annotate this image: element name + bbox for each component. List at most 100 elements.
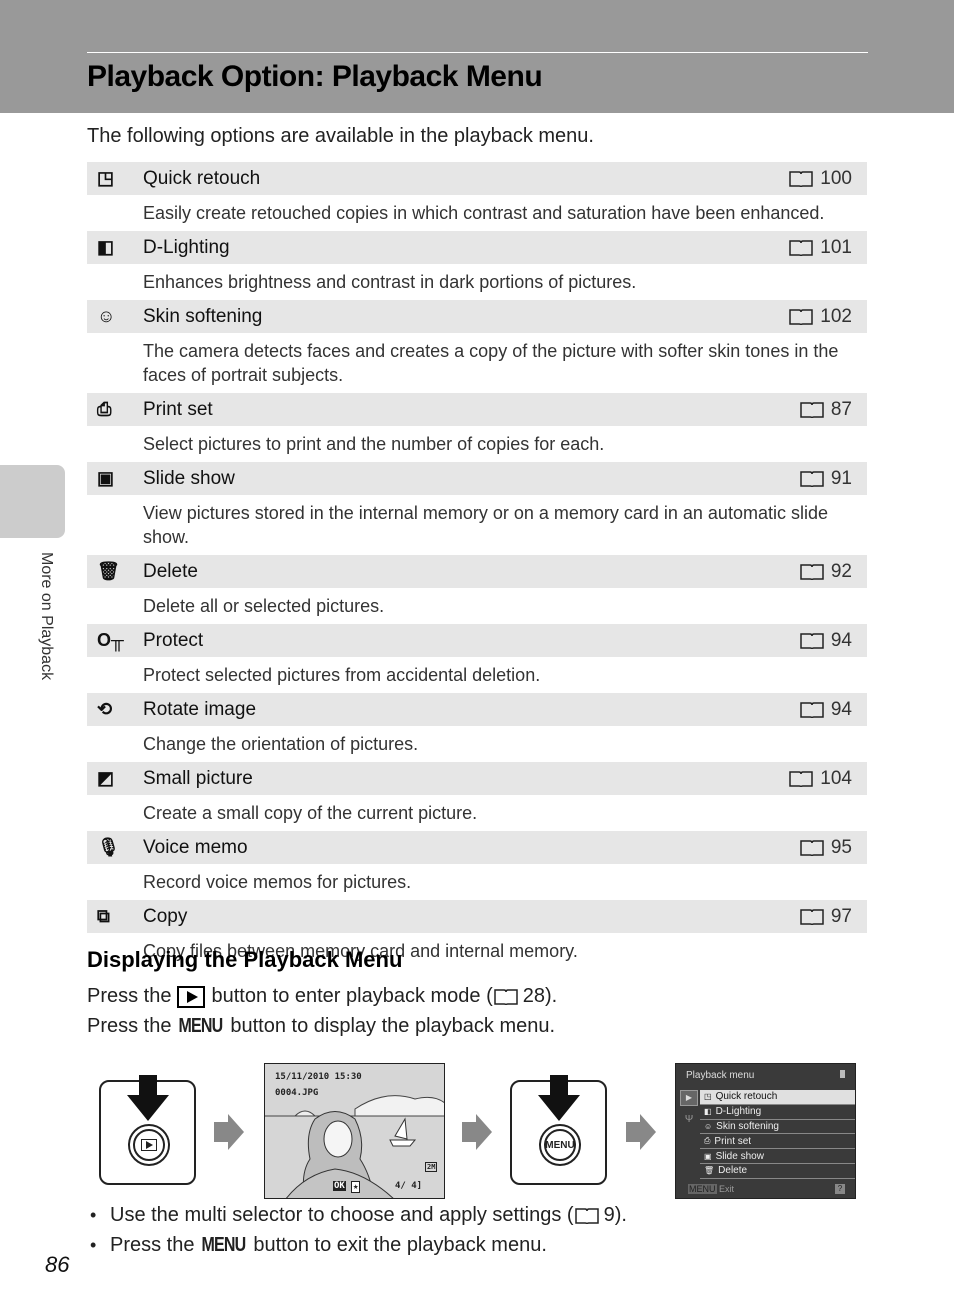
press-arrow-icon — [127, 1075, 169, 1121]
option-description: Delete all or selected pictures. — [143, 596, 385, 616]
option-description: Easily create retouched copies in which … — [143, 203, 825, 223]
option-label: Small picture — [143, 767, 253, 789]
menu-screen-title: Playback menu — [686, 1070, 755, 1081]
menu-item-icon: ☺ — [704, 1121, 713, 1131]
page-ref-number[interactable]: 101 — [820, 237, 852, 259]
option-label: Voice memo — [143, 836, 248, 858]
option-row-slide-show: ▣ Slide show 91 — [87, 462, 867, 495]
page-ref-number[interactable]: 87 — [831, 399, 852, 421]
menu-item-label: Quick retouch — [715, 1091, 778, 1103]
bullet-dot: • — [90, 1205, 97, 1225]
book-ref-icon — [799, 839, 825, 857]
option-page-ref[interactable]: 91 — [799, 468, 867, 490]
header-rule — [87, 52, 868, 53]
option-description: Select pictures to print and the number … — [143, 434, 605, 454]
option-page-ref[interactable]: 92 — [799, 561, 867, 583]
menu-item-label: Skin softening — [716, 1120, 779, 1132]
menu-item-icon: ◳ — [704, 1092, 712, 1102]
menu-button-ring: MENU — [539, 1124, 581, 1166]
quick-retouch-icon: ◳ — [97, 168, 115, 188]
small-picture-icon: ◩ — [97, 768, 115, 788]
option-description: View pictures stored in the internal mem… — [143, 503, 828, 547]
page-ref-number[interactable]: 102 — [820, 306, 852, 328]
option-page-ref[interactable]: 97 — [799, 906, 867, 928]
option-row-rotate-image: ⟲ Rotate image 94 — [87, 693, 867, 726]
page-ref-number[interactable]: 97 — [831, 906, 852, 928]
screen-filename: 0004.JPG — [275, 1088, 319, 1098]
option-page-ref[interactable]: 87 — [799, 399, 867, 421]
rotate-image-icon: ⟲ — [97, 699, 113, 719]
exit-label: Exit — [719, 1184, 735, 1194]
option-description: Create a small copy of the current pictu… — [143, 803, 478, 823]
print-set-icon: ⎙ — [97, 399, 112, 419]
option-page-ref[interactable]: 102 — [788, 306, 867, 328]
menu-item-icon: ◧ — [704, 1107, 712, 1117]
instruction-line-1: Press the button to enter playback mode … — [87, 985, 557, 1008]
option-label: D-Lighting — [143, 236, 230, 258]
page-ref-number[interactable]: 100 — [820, 168, 852, 190]
menu-screen-footer: MENU Exit — [688, 1184, 734, 1194]
option-description: Protect selected pictures from accidenta… — [143, 665, 541, 685]
press-arrow-icon — [538, 1075, 580, 1121]
bullet-text: ). — [614, 1204, 627, 1226]
menu-item-label: D-Lighting — [715, 1106, 762, 1118]
option-label: Print set — [143, 398, 213, 420]
copy-icon: ⧉ — [97, 906, 110, 926]
favorite-star-icon: ★ — [351, 1181, 361, 1193]
next-step-arrow-icon — [462, 1114, 492, 1150]
option-description: The camera detects faces and creates a c… — [143, 341, 839, 385]
playback-button-icon — [133, 1129, 165, 1161]
book-ref-icon — [788, 770, 814, 788]
option-description: Change the orientation of pictures. — [143, 734, 419, 754]
menu-button-label: MENU — [544, 1129, 576, 1161]
book-ref-icon — [574, 1207, 600, 1225]
slide-show-icon: ▣ — [97, 468, 115, 488]
option-label: Delete — [143, 560, 198, 582]
playback-screen-illustration: 15/11/2010 15:30 0004.JPG OK ★ 2M 4/ 4] — [264, 1063, 445, 1199]
skin-softening-icon: ☺ — [97, 306, 116, 326]
option-row-copy: ⧉ Copy 97 — [87, 900, 867, 933]
side-tab — [0, 465, 65, 538]
help-icon: ? — [835, 1184, 845, 1194]
option-page-ref[interactable]: 94 — [799, 699, 867, 721]
page-header: Playback Option: Playback Menu — [0, 0, 954, 113]
book-ref-icon — [799, 401, 825, 419]
instruction-text: button to display the playback menu. — [230, 1015, 556, 1037]
page-ref[interactable]: 9 — [604, 1204, 615, 1227]
menu-screen-item: ◧ D-Lighting — [700, 1105, 855, 1120]
option-page-ref[interactable]: 104 — [788, 768, 867, 790]
bullet-item: • Press the MENU button to exit the play… — [90, 1234, 547, 1257]
scroll-indicator-icon — [840, 1070, 845, 1078]
page-ref[interactable]: 28 — [523, 985, 545, 1008]
book-ref-icon — [493, 988, 519, 1006]
book-ref-icon — [799, 470, 825, 488]
option-page-ref[interactable]: 95 — [799, 837, 867, 859]
option-page-ref[interactable]: 100 — [788, 168, 867, 190]
page-ref-number[interactable]: 91 — [831, 468, 852, 490]
option-page-ref[interactable]: 94 — [799, 630, 867, 652]
screen-counter: 4/ 4] — [395, 1181, 423, 1191]
next-step-arrow-icon — [626, 1114, 656, 1150]
page-ref-number[interactable]: 104 — [820, 768, 852, 790]
image-size-icon: 2M — [425, 1162, 438, 1172]
side-tab-label: More on Playback — [38, 552, 55, 681]
instruction-text: Press the — [87, 1015, 172, 1037]
option-page-ref[interactable]: 101 — [788, 237, 867, 259]
book-ref-icon — [788, 170, 814, 188]
page-ref-number[interactable]: 92 — [831, 561, 852, 583]
option-description: Record voice memos for pictures. — [143, 872, 412, 892]
page-ref-number[interactable]: 94 — [831, 630, 852, 652]
option-row-small-picture: ◩ Small picture 104 — [87, 762, 867, 795]
intro-text: The following options are available in t… — [87, 125, 594, 147]
playback-tab-icon: ▶ — [680, 1090, 698, 1106]
instruction-text: ). — [545, 985, 558, 1007]
menu-screen-item: ▣ Slide show — [700, 1149, 855, 1164]
instruction-text: button to enter playback mode ( — [211, 985, 493, 1007]
page-ref-number[interactable]: 94 — [831, 699, 852, 721]
menu-screen-item: ☺ Skin softening — [700, 1120, 855, 1135]
option-row-delete: 🗑 Delete 92 — [87, 555, 867, 588]
page-ref-number[interactable]: 95 — [831, 837, 852, 859]
book-ref-icon — [788, 239, 814, 257]
option-row-d-lighting: ◧ D-Lighting 101 — [87, 231, 867, 264]
option-row-skin-softening: ☺ Skin softening 102 — [87, 300, 867, 333]
